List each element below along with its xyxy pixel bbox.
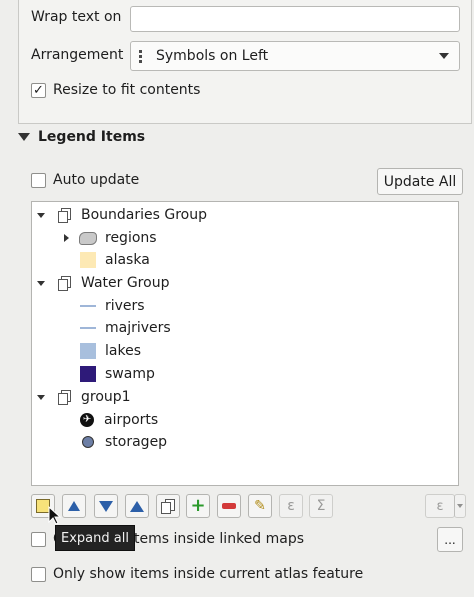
- expand-all-tooltip: Expand all: [55, 525, 135, 551]
- tree-label: storagep: [105, 434, 168, 450]
- move-up-arrow-icon: [130, 500, 144, 512]
- move-up-button[interactable]: [62, 494, 86, 518]
- tree-label: swamp: [105, 366, 155, 382]
- linked-maps-more-button[interactable]: ...: [437, 527, 463, 552]
- fill-symbol-icon: [80, 366, 96, 382]
- tree-row-alaska[interactable]: alaska: [80, 249, 150, 271]
- line-symbol-icon: [80, 305, 96, 307]
- atlas-checkbox[interactable]: [31, 567, 46, 582]
- auto-update-label: Auto update: [53, 172, 140, 188]
- collapse-arrow-icon[interactable]: [18, 133, 30, 141]
- point-symbol-icon: [82, 436, 94, 448]
- add-group-icon: [161, 499, 175, 514]
- legend-items-title[interactable]: Legend Items: [38, 129, 145, 145]
- edit-item-button[interactable]: ✎: [248, 494, 272, 518]
- tree-row-majrivers[interactable]: majrivers: [80, 317, 171, 339]
- line-symbol-icon: [80, 327, 96, 329]
- tree-label: lakes: [105, 343, 141, 359]
- expression-filter-icon: ε: [436, 498, 444, 514]
- tree-label: regions: [105, 230, 157, 246]
- expression-filter-dropdown[interactable]: [454, 494, 466, 518]
- tree-label: rivers: [105, 298, 145, 314]
- polygon-layer-icon: [79, 231, 97, 245]
- expression-button[interactable]: ε: [279, 494, 303, 518]
- tree-row-water-group[interactable]: Water Group: [36, 272, 169, 294]
- sum-button[interactable]: Σ: [309, 494, 333, 518]
- wrap-text-input[interactable]: [130, 6, 460, 32]
- chevron-down-icon: [439, 53, 449, 59]
- move-down-icon: [99, 500, 113, 512]
- sum-icon: Σ: [316, 498, 326, 514]
- add-group-button[interactable]: [156, 494, 180, 518]
- fill-symbol-icon: [80, 343, 96, 359]
- tree-label: Water Group: [81, 275, 170, 291]
- tree-row-airports[interactable]: ✈ airports: [80, 409, 158, 431]
- expression-icon: ε: [287, 498, 295, 514]
- edit-item-icon: ✎: [254, 498, 266, 514]
- wrap-text-label: Wrap text on: [31, 9, 122, 25]
- arrangement-select[interactable]: Symbols on Left: [130, 41, 460, 71]
- tree-label: group1: [81, 389, 131, 405]
- arrangement-label: Arrangement: [31, 47, 124, 63]
- add-item-button[interactable]: +: [186, 494, 210, 518]
- move-down-button[interactable]: [94, 494, 118, 518]
- expression-filter-button[interactable]: ε: [425, 494, 455, 518]
- mouse-cursor-icon: [48, 505, 64, 530]
- arrangement-drag-icon: [139, 49, 144, 63]
- linked-maps-checkbox[interactable]: [31, 532, 46, 547]
- expand-arrow-icon[interactable]: [36, 278, 46, 288]
- tree-row-lakes[interactable]: lakes: [80, 340, 141, 362]
- auto-update-checkbox[interactable]: [31, 173, 46, 188]
- tree-label: Boundaries Group: [81, 207, 208, 223]
- remove-item-icon: [222, 503, 236, 509]
- expand-arrow-icon[interactable]: [36, 392, 46, 402]
- expand-arrow-icon[interactable]: [36, 210, 46, 220]
- chevron-down-icon: [457, 504, 463, 508]
- move-item-up-button[interactable]: [125, 494, 149, 518]
- move-up-icon: [68, 501, 80, 511]
- resize-checkbox[interactable]: ✓: [31, 83, 46, 98]
- tree-label: majrivers: [105, 320, 171, 336]
- add-item-icon: +: [190, 495, 206, 516]
- expand-arrow-icon[interactable]: [61, 233, 71, 243]
- airport-symbol-icon: ✈: [80, 413, 94, 427]
- tree-row-group1[interactable]: group1: [36, 386, 131, 408]
- checkmark-icon: ✓: [33, 83, 44, 98]
- arrangement-value: Symbols on Left: [156, 48, 269, 64]
- group-icon: [58, 390, 72, 405]
- tree-row-rivers[interactable]: rivers: [80, 295, 145, 317]
- atlas-label: Only show items inside current atlas fea…: [53, 566, 364, 582]
- fill-symbol-icon: [80, 252, 96, 268]
- tree-row-boundaries-group[interactable]: Boundaries Group: [36, 204, 207, 226]
- group-icon: [58, 276, 72, 291]
- update-all-button[interactable]: Update All: [377, 168, 463, 195]
- tree-row-regions[interactable]: regions: [61, 227, 157, 249]
- tree-row-swamp[interactable]: swamp: [80, 363, 155, 385]
- resize-label: Resize to fit contents: [53, 82, 201, 98]
- remove-item-button[interactable]: [217, 494, 241, 518]
- group-icon: [58, 208, 72, 223]
- tree-row-storagep[interactable]: storagep: [82, 431, 167, 453]
- tree-label: alaska: [105, 252, 150, 268]
- tree-label: airports: [104, 412, 159, 428]
